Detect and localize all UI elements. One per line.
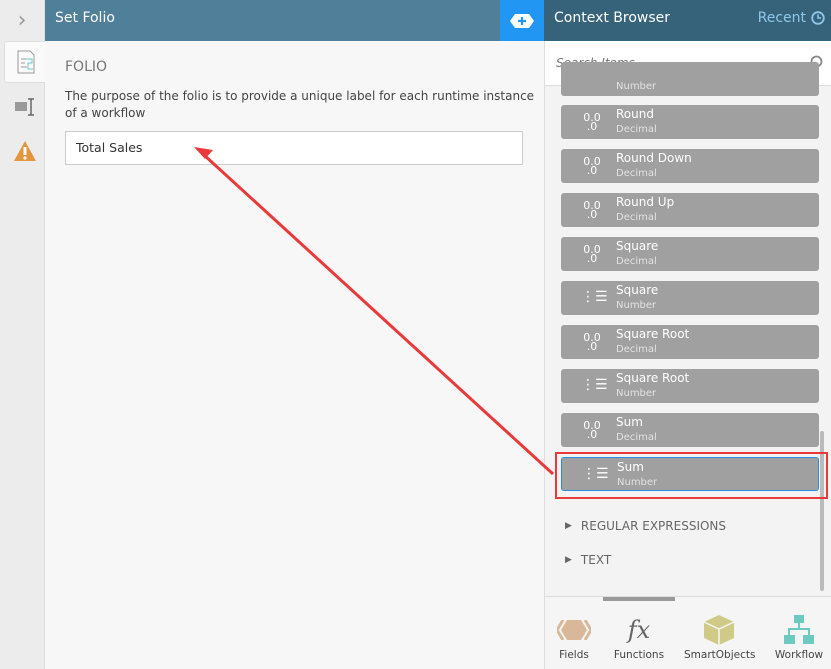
- workflow-icon: [784, 615, 814, 644]
- fx-icon: fx: [627, 616, 651, 644]
- annotation-highlight-box: [555, 452, 828, 499]
- decimal-icon: 0.0.0: [583, 243, 601, 265]
- item-type: Decimal: [616, 124, 657, 135]
- item-type: Number: [616, 388, 657, 399]
- warning-icon: [13, 141, 36, 161]
- list-item[interactable]: 0.0.0 Sum Decimal: [561, 413, 819, 447]
- decimal-icon: 0.0.0: [583, 199, 601, 221]
- expand-chevron-icon[interactable]: ›: [0, 0, 44, 41]
- decimal-icon: 0.0.0: [583, 419, 601, 441]
- add-icon: [510, 13, 534, 28]
- fields-icon: [557, 620, 591, 640]
- list-item-partial[interactable]: Number: [561, 62, 819, 96]
- list-item[interactable]: ⋮☰ Square Root Number: [561, 369, 819, 403]
- item-type: Number: [616, 300, 657, 311]
- decimal-icon: 0.0.0: [583, 155, 601, 177]
- recent-label: Recent: [757, 10, 806, 26]
- bottom-tabs: Fields fx Functions SmartObjects Workflow: [544, 596, 831, 669]
- tab-workflow[interactable]: Workflow: [764, 611, 831, 661]
- list-item[interactable]: 0.0.0 Round Down Decimal: [561, 149, 819, 183]
- context-browser-title: Context Browser: [554, 10, 671, 26]
- active-tab-indicator: [603, 597, 675, 601]
- folio-panel: FOLIO The purpose of the folio is to pro…: [45, 41, 544, 669]
- item-name: Round: [616, 107, 654, 121]
- text-input-icon: [14, 98, 34, 116]
- add-button[interactable]: [500, 0, 544, 41]
- category-text[interactable]: ▶ TEXT: [565, 553, 611, 567]
- caret-right-icon: ▶: [565, 521, 572, 531]
- list-item[interactable]: 0.0.0 Round Up Decimal: [561, 193, 819, 227]
- tab-fields[interactable]: Fields: [539, 611, 609, 661]
- item-type: Decimal: [616, 168, 657, 179]
- item-type: Decimal: [616, 256, 657, 267]
- list-item[interactable]: 0.0.0 Square Decimal: [561, 237, 819, 271]
- context-browser-header: Context Browser Recent: [544, 0, 831, 41]
- list-item[interactable]: 0.0.0 Round Decimal: [561, 105, 819, 139]
- clock-icon: [811, 11, 825, 25]
- category-regular-expressions[interactable]: ▶ REGULAR EXPRESSIONS: [565, 519, 726, 533]
- item-type: Decimal: [616, 432, 657, 443]
- number-list-icon: ⋮☰: [581, 377, 608, 393]
- recent-button[interactable]: Recent: [758, 10, 825, 26]
- list-item[interactable]: 0.0.0 Square Root Decimal: [561, 325, 819, 359]
- decimal-icon: 0.0.0: [583, 111, 601, 133]
- left-sidebar: ›: [0, 0, 45, 669]
- tab-functions[interactable]: fx Functions: [604, 611, 674, 661]
- document-tree-icon: [17, 50, 35, 74]
- item-type: Decimal: [616, 212, 657, 223]
- item-name: Sum: [616, 415, 643, 429]
- warnings-tab[interactable]: [4, 130, 45, 172]
- tab-smartobjects[interactable]: SmartObjects: [684, 611, 755, 661]
- input-field-tab[interactable]: [4, 86, 45, 128]
- cube-icon: [703, 615, 735, 645]
- item-name: Round Up: [616, 195, 675, 209]
- item-name: Square Root: [616, 327, 690, 341]
- decimal-icon: 0.0.0: [583, 331, 601, 353]
- item-name: Square: [616, 239, 659, 253]
- number-list-icon: ⋮☰: [581, 289, 608, 305]
- caret-right-icon: ▶: [565, 555, 572, 565]
- item-type: Decimal: [616, 344, 657, 355]
- page-title: Set Folio: [45, 0, 500, 41]
- folio-heading: FOLIO: [65, 59, 108, 75]
- context-browser: Number 0.0.0 Round Decimal 0.0.0 Round Down D…: [544, 41, 831, 596]
- folio-input[interactable]: Total Sales: [65, 131, 523, 165]
- folio-tab[interactable]: [4, 41, 45, 83]
- folio-description: The purpose of the folio is to provide a…: [65, 89, 535, 120]
- item-name: Round Down: [616, 151, 692, 165]
- item-name: Square: [616, 283, 659, 297]
- list-item[interactable]: ⋮☰ Square Number: [561, 281, 819, 315]
- item-name: Square Root: [616, 371, 690, 385]
